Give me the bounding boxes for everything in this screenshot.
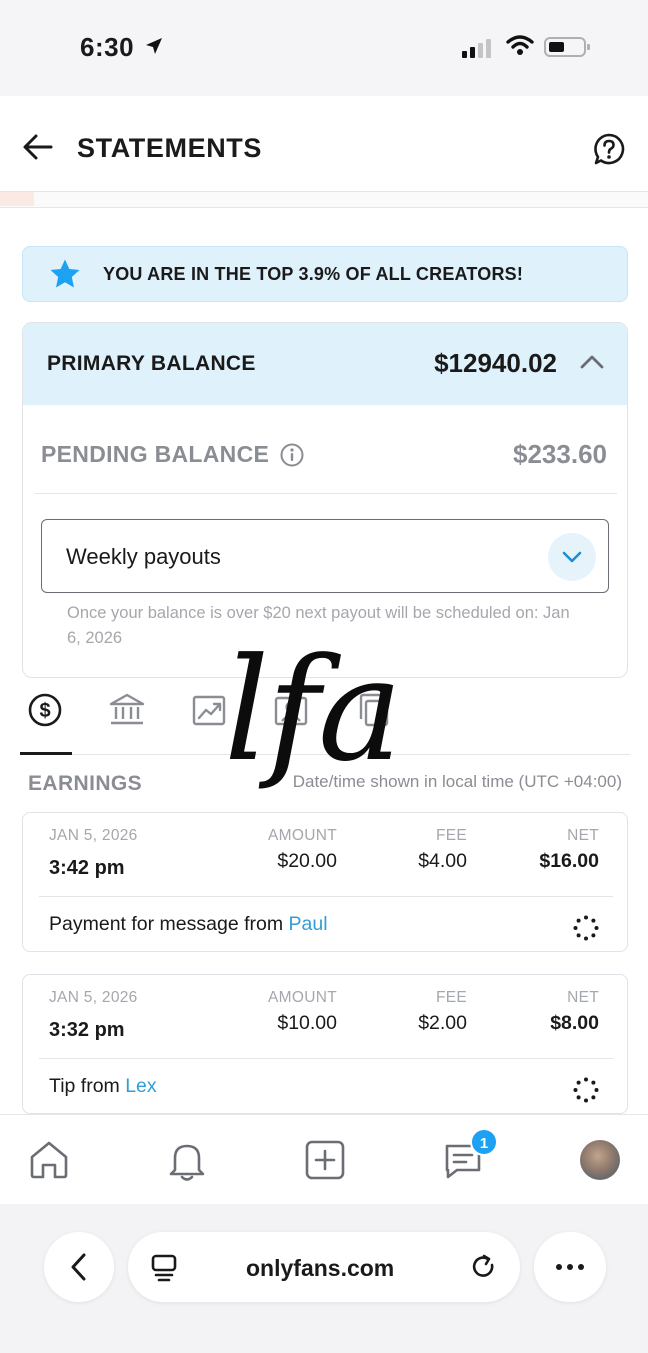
- transaction-fee: $4.00: [418, 850, 467, 872]
- star-icon: [50, 259, 80, 288]
- amount-column-header: AMOUNT: [268, 827, 337, 844]
- home-icon[interactable]: [26, 1137, 72, 1183]
- top-creator-banner: YOU ARE IN THE TOP 3.9% OF ALL CREATORS!: [22, 246, 628, 302]
- status-bar: 6:30: [0, 0, 648, 96]
- earnings-heading: EARNINGS: [28, 772, 143, 795]
- user-link[interactable]: Paul: [289, 913, 328, 935]
- subheader-strip: [0, 192, 648, 208]
- pending-spinner-icon: [573, 1077, 599, 1103]
- watermark-text: lfa: [224, 628, 403, 793]
- transaction-fee: $2.00: [418, 1012, 467, 1034]
- fee-column-header: FEE: [435, 989, 467, 1006]
- transaction-time: 3:32 pm: [49, 1019, 125, 1041]
- back-arrow-icon[interactable]: [22, 133, 54, 161]
- payout-frequency-value: Weekly payouts: [66, 544, 221, 569]
- divider: [39, 896, 613, 897]
- bottom-nav: [0, 1114, 648, 1204]
- dollar-circle-icon: $: [28, 693, 62, 727]
- page-title: STATEMENTS: [77, 133, 262, 163]
- browser-more-button[interactable]: [534, 1232, 606, 1302]
- pending-balance-amount: $233.60: [513, 439, 607, 469]
- balance-card: PRIMARY BALANCE $12940.02 PENDING BALANC…: [22, 322, 628, 678]
- tab-overview-icon[interactable]: [142, 1232, 186, 1302]
- reload-icon[interactable]: [462, 1232, 506, 1302]
- help-icon[interactable]: [592, 132, 626, 166]
- cellular-signal-icon: [462, 39, 491, 58]
- top-creator-text: YOU ARE IN THE TOP 3.9% OF ALL CREATORS!: [103, 264, 524, 284]
- chevron-up-icon[interactable]: [579, 351, 605, 373]
- fee-column-header: FEE: [435, 827, 467, 844]
- select-chevron-button[interactable]: [548, 533, 596, 581]
- add-post-icon[interactable]: [302, 1137, 348, 1183]
- transaction-amount: $10.00: [277, 1012, 337, 1034]
- avatar[interactable]: [580, 1140, 620, 1180]
- transaction-amount: $20.00: [277, 850, 337, 872]
- pending-spinner-icon: [573, 915, 599, 941]
- chevron-down-icon: [562, 551, 582, 563]
- transaction-card[interactable]: JAN 5, 2026 3:42 pm AMOUNT $20.00 FEE $4…: [22, 812, 628, 952]
- battery-icon: [544, 37, 590, 57]
- location-arrow-icon: [146, 38, 162, 54]
- tab-earnings[interactable]: $: [22, 690, 68, 730]
- browser-back-button[interactable]: [44, 1232, 114, 1302]
- transaction-description: Tip from Lex: [49, 1075, 157, 1098]
- payout-frequency-select[interactable]: Weekly payouts: [41, 519, 609, 593]
- transaction-date: JAN 5, 2026: [49, 989, 138, 1006]
- pending-balance-label: PENDING BALANCE: [41, 441, 270, 467]
- chart-trend-icon: [192, 695, 226, 726]
- user-link[interactable]: Lex: [125, 1075, 156, 1097]
- wifi-icon: [506, 35, 534, 55]
- net-column-header: NET: [567, 989, 599, 1006]
- status-time: 6:30: [80, 32, 135, 62]
- transaction-description: Payment for message from Paul: [49, 913, 328, 936]
- divider: [35, 493, 617, 494]
- tab-payouts[interactable]: [104, 690, 150, 730]
- svg-text:$: $: [39, 700, 50, 722]
- info-icon[interactable]: [279, 442, 305, 468]
- messages-badge: 1: [470, 1128, 498, 1156]
- url-text: onlyfans.com: [246, 1255, 395, 1281]
- primary-balance-row[interactable]: PRIMARY BALANCE $12940.02: [23, 323, 627, 405]
- bank-icon: [109, 693, 145, 725]
- transaction-net: $8.00: [550, 1012, 599, 1034]
- transaction-date: JAN 5, 2026: [49, 827, 138, 844]
- transaction-description-text: Payment for message from: [49, 913, 289, 935]
- app-header: STATEMENTS: [0, 96, 648, 192]
- net-column-header: NET: [567, 827, 599, 844]
- chevron-left-icon: [71, 1253, 86, 1281]
- transaction-time: 3:42 pm: [49, 857, 125, 879]
- divider: [39, 1058, 613, 1059]
- transaction-description-text: Tip from: [49, 1075, 126, 1097]
- bell-icon[interactable]: [164, 1137, 210, 1183]
- transaction-net: $16.00: [539, 850, 599, 872]
- primary-balance-label: PRIMARY BALANCE: [47, 352, 256, 375]
- primary-balance-amount: $12940.02: [434, 348, 557, 378]
- transaction-card[interactable]: JAN 5, 2026 3:32 pm AMOUNT $10.00 FEE $2…: [22, 974, 628, 1114]
- active-tab-indicator: [20, 752, 72, 755]
- more-dots-icon: [556, 1264, 584, 1270]
- amount-column-header: AMOUNT: [268, 989, 337, 1006]
